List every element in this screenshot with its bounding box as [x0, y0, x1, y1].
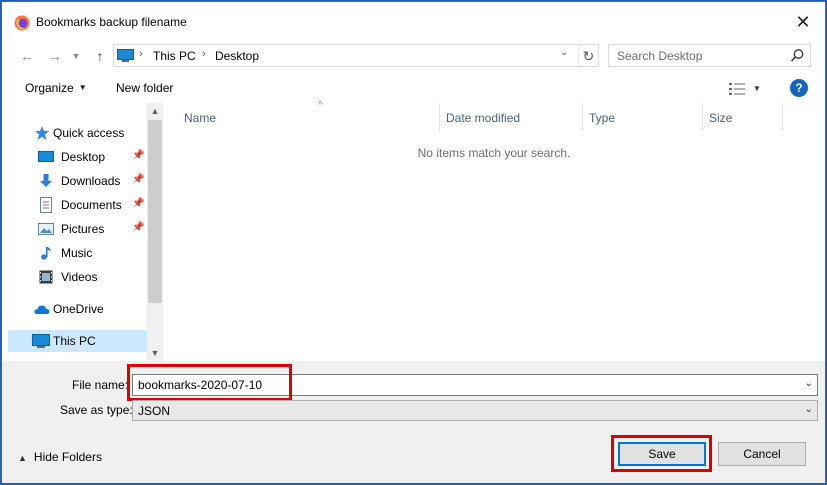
search-icon[interactable]	[790, 48, 805, 63]
firefox-icon	[14, 15, 30, 31]
refresh-icon[interactable]: ↻	[578, 46, 598, 66]
scroll-down-icon[interactable]: ▼	[147, 345, 163, 361]
video-icon	[39, 270, 53, 284]
empty-message: No items match your search.	[417, 146, 571, 160]
pin-icon: 📌	[132, 150, 145, 161]
chevron-down-icon: ▼	[71, 51, 81, 61]
column-header-label: Size	[709, 111, 733, 125]
navigation-pane: Quick access Desktop 📌 Downloads 📌 Docum…	[8, 103, 163, 361]
arrow-up-icon: ↑	[96, 48, 104, 64]
column-header-label: Name	[184, 111, 217, 125]
sort-caret-icon: ^	[318, 100, 323, 111]
chevron-down-icon[interactable]: ⌄	[805, 378, 813, 389]
music-icon	[41, 247, 51, 260]
column-header-label: Type	[589, 111, 616, 125]
window-title: Bookmarks backup filename	[36, 15, 187, 29]
pin-icon: 📌	[132, 198, 145, 209]
breadcrumb-separator-icon: ›	[139, 48, 143, 60]
nav-item-label: Quick access	[53, 126, 125, 140]
save-dialog: Bookmarks backup filename ✕ ← → ▼ ↑ › Th…	[1, 1, 826, 483]
nav-item-quick-access[interactable]: Quick access	[8, 122, 147, 144]
nav-item-label: Documents	[61, 198, 122, 212]
forward-button[interactable]: →	[44, 45, 66, 67]
scroll-up-icon[interactable]: ▲	[147, 103, 163, 119]
picture-icon	[38, 223, 54, 235]
chevron-down-icon: ⌄	[804, 404, 813, 415]
nav-item-label: Videos	[61, 270, 98, 284]
computer-icon	[32, 334, 50, 348]
pin-icon: 📌	[132, 222, 145, 233]
search-box[interactable]	[608, 44, 811, 67]
star-icon	[35, 126, 49, 140]
chevron-down-icon[interactable]: ▼	[753, 84, 761, 93]
save-as-type-value: JSON	[138, 404, 171, 418]
nav-pane-scrollbar[interactable]: ▲ ▼	[147, 103, 163, 361]
nav-item-music[interactable]: Music	[8, 242, 147, 264]
column-header-label: Date modified	[446, 111, 521, 125]
arrow-left-icon: ←	[20, 48, 34, 64]
address-dropdown-icon[interactable]: ⌄	[560, 47, 568, 58]
pin-icon: 📌	[132, 174, 145, 185]
nav-item-desktop[interactable]: Desktop 📌	[8, 146, 147, 168]
nav-item-label: Downloads	[61, 174, 121, 188]
save-button-highlight	[611, 435, 712, 472]
nav-item-onedrive[interactable]: OneDrive	[8, 298, 147, 320]
organize-button[interactable]: Organize ▼	[25, 81, 87, 95]
cloud-icon	[34, 305, 50, 314]
file-name-label: File name:	[72, 378, 129, 392]
arrow-right-icon: →	[48, 48, 62, 64]
document-icon	[40, 197, 52, 213]
address-bar[interactable]: › This PC › Desktop ⌄ ↻	[113, 44, 599, 67]
hide-folders-button[interactable]: ▲ Hide Folders	[18, 450, 102, 464]
nav-item-label: OneDrive	[53, 302, 104, 316]
breadcrumb-separator-icon: ›	[202, 48, 206, 60]
nav-item-label: Desktop	[61, 150, 106, 164]
save-as-type-label: Save as type:	[60, 403, 133, 417]
nav-item-documents[interactable]: Documents 📌	[8, 194, 147, 216]
nav-item-label: This PC	[53, 334, 96, 348]
save-as-type-select[interactable]: JSON ⌄	[132, 400, 818, 421]
column-header-size[interactable]: Size	[703, 103, 783, 131]
close-icon: ✕	[795, 11, 811, 32]
close-button[interactable]: ✕	[781, 2, 825, 42]
nav-item-this-pc[interactable]: This PC	[8, 330, 147, 352]
desktop-icon	[38, 151, 54, 162]
new-folder-button[interactable]: New folder	[116, 81, 173, 95]
nav-item-videos[interactable]: Videos	[8, 266, 147, 288]
view-options-icon[interactable]	[729, 82, 745, 96]
nav-item-downloads[interactable]: Downloads 📌	[8, 170, 147, 192]
title-bar: Bookmarks backup filename ✕	[2, 2, 825, 42]
nav-item-pictures[interactable]: Pictures 📌	[8, 218, 147, 240]
command-bar: Organize ▼ New folder ▼ ?	[2, 75, 825, 103]
organize-label: Organize	[25, 81, 74, 95]
recent-locations-button[interactable]: ▼	[65, 45, 87, 67]
nav-item-label: Music	[61, 246, 93, 260]
up-button[interactable]: ↑	[89, 45, 111, 67]
search-input[interactable]	[609, 45, 784, 66]
chevron-down-icon: ▼	[78, 83, 87, 92]
column-header-date-modified[interactable]: Date modified	[440, 103, 583, 131]
chevron-up-icon: ▲	[18, 453, 27, 463]
back-button[interactable]: ←	[16, 45, 38, 67]
file-list[interactable]: ^ Name Date modified Type Size No items …	[164, 100, 824, 361]
hide-folders-label: Hide Folders	[33, 450, 102, 464]
nav-item-label: Pictures	[61, 222, 105, 236]
cancel-button[interactable]: Cancel	[718, 442, 806, 466]
breadcrumb-desktop[interactable]: Desktop	[215, 49, 259, 63]
computer-icon	[117, 49, 134, 62]
save-form: File name: ⌄ Save as type: JSON ⌄ ▲ Hide …	[2, 361, 825, 483]
column-header-type[interactable]: Type	[583, 103, 703, 131]
breadcrumb-this-pc[interactable]: This PC	[153, 49, 196, 63]
download-icon	[40, 174, 52, 187]
help-icon[interactable]: ?	[790, 79, 808, 97]
file-name-highlight	[127, 364, 292, 401]
scrollbar-thumb[interactable]	[148, 120, 162, 303]
column-header-name[interactable]: ^ Name	[178, 100, 440, 131]
